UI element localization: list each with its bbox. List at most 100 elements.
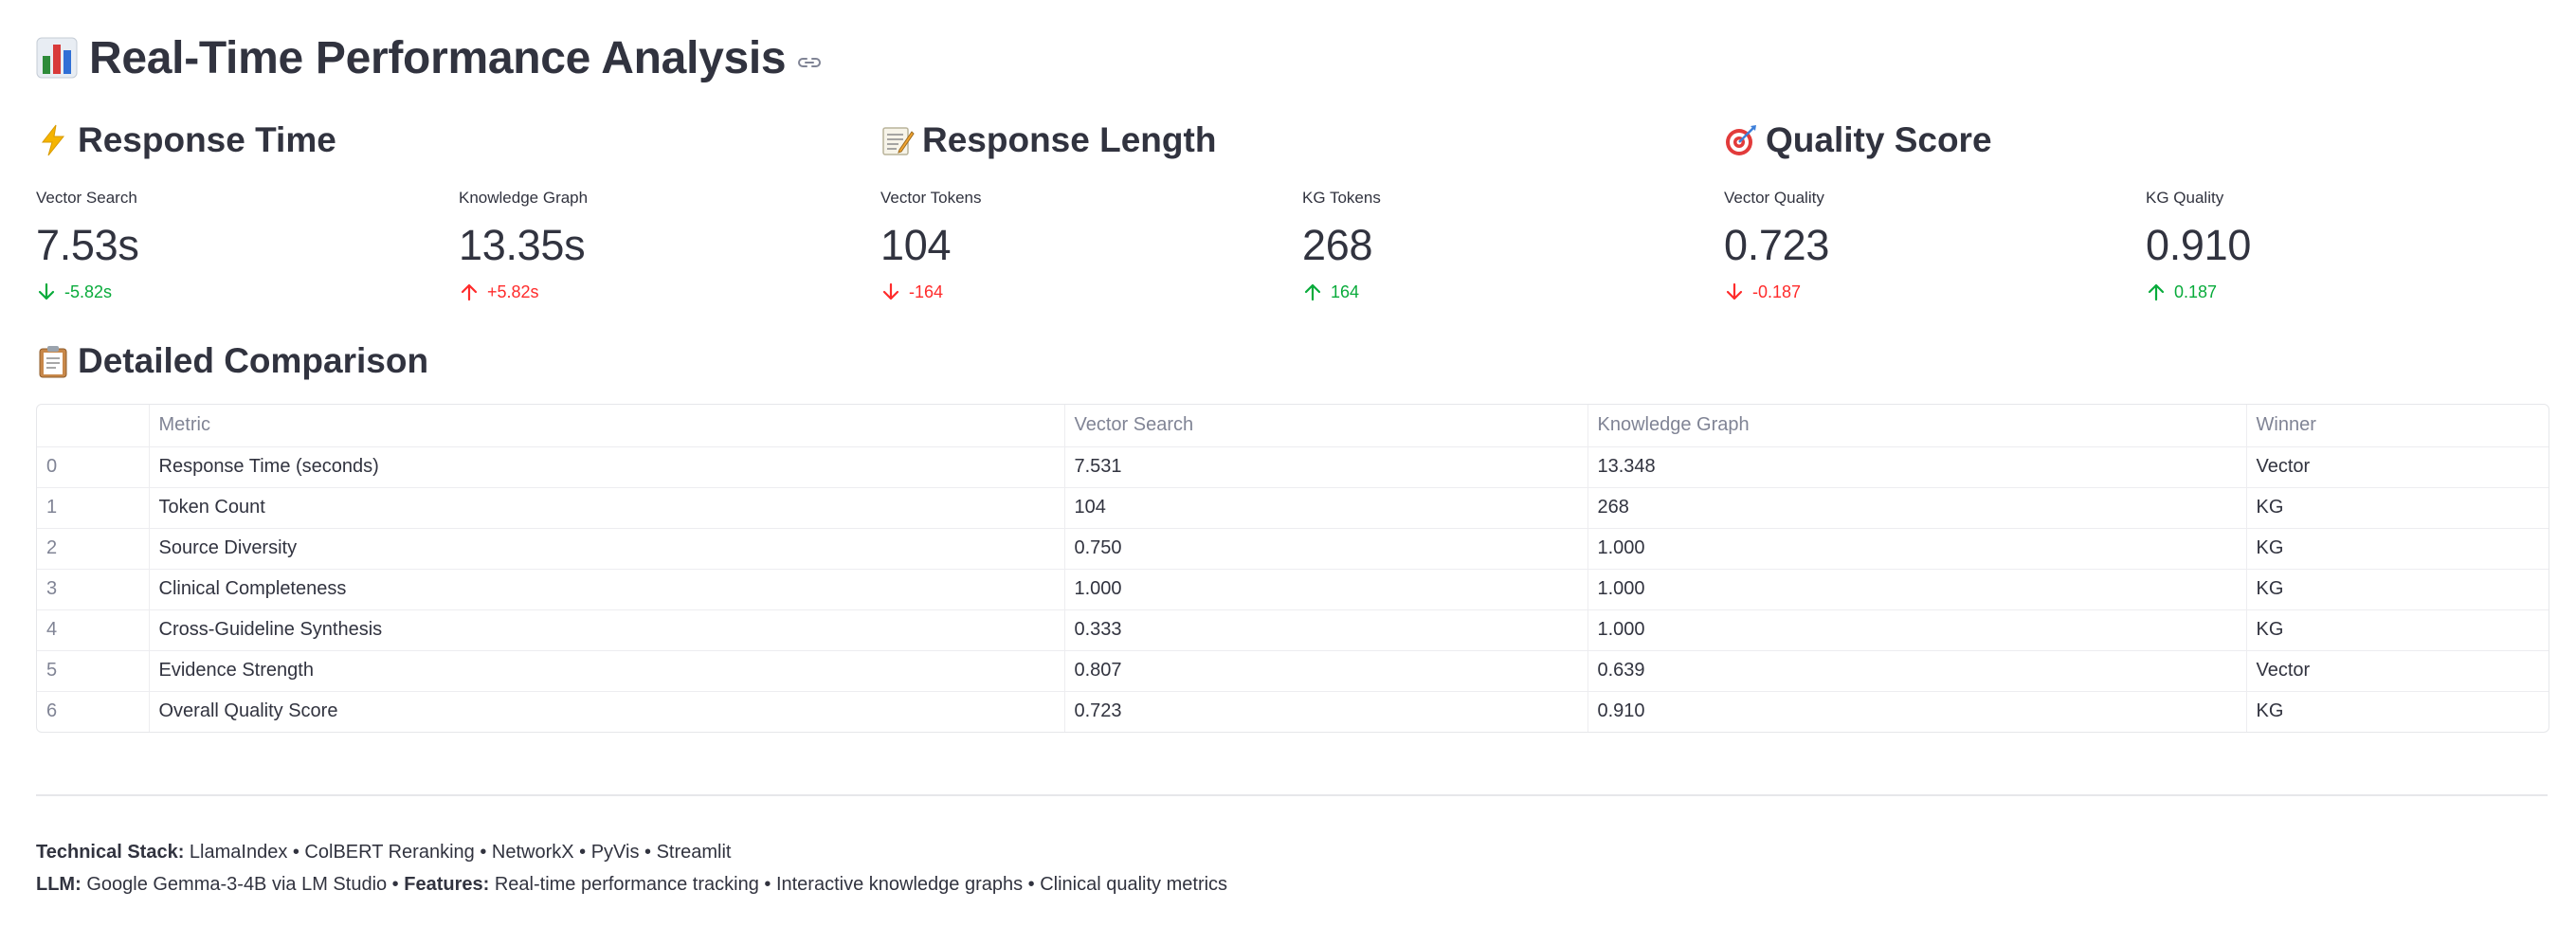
footer-llm-features: LLM: Google Gemma-3-4B via LM Studio • F…	[36, 874, 1227, 896]
cell-vector-search[interactable]: 0.333	[1064, 609, 1588, 651]
column-header-winner[interactable]: Winner	[2246, 405, 2549, 447]
row-index[interactable]: 6	[37, 691, 150, 732]
footer-label: Features:	[404, 874, 490, 895]
row-index[interactable]: 2	[37, 528, 150, 570]
metric-vector-search: Vector Search 7.53s -5.82s	[36, 188, 434, 303]
footer-label: Technical Stack:	[36, 842, 185, 863]
metric-delta: -164	[880, 281, 1279, 303]
section-quality-score: Quality Score	[1724, 117, 1992, 164]
cell-winner[interactable]: KG	[2246, 569, 2549, 610]
arrow-up-icon	[1304, 283, 1321, 301]
cell-metric[interactable]: Evidence Strength	[149, 650, 1065, 692]
row-index[interactable]: 0	[37, 446, 150, 488]
bar-chart-icon	[36, 37, 78, 79]
metric-delta: -0.187	[1724, 281, 2122, 303]
arrow-down-icon	[882, 282, 899, 300]
clipboard-icon	[36, 344, 70, 378]
cell-knowledge-graph[interactable]: 268	[1587, 487, 2247, 529]
cell-vector-search[interactable]: 0.807	[1064, 650, 1588, 692]
table-row: 3 Clinical Completeness 1.000 1.000 KG	[37, 569, 2549, 610]
arrow-up-icon	[461, 283, 478, 301]
row-index[interactable]: 5	[37, 650, 150, 692]
cell-metric[interactable]: Source Diversity	[149, 528, 1065, 570]
metric-delta: 0.187	[2146, 281, 2544, 303]
column-header-knowledge-graph[interactable]: Knowledge Graph	[1587, 405, 2247, 447]
section-title: Response Length	[922, 120, 1217, 159]
cell-knowledge-graph[interactable]: 1.000	[1587, 569, 2247, 610]
metric-delta-text: -0.187	[1752, 282, 1802, 301]
row-index[interactable]: 1	[37, 487, 150, 529]
cell-winner[interactable]: KG	[2246, 609, 2549, 651]
cell-knowledge-graph[interactable]: 0.910	[1587, 691, 2247, 732]
metric-delta: +5.82s	[459, 281, 857, 303]
metric-value: 13.35s	[459, 221, 586, 269]
lightning-icon	[36, 123, 70, 157]
metric-value: 0.910	[2146, 221, 2252, 269]
cell-winner[interactable]: KG	[2246, 487, 2549, 529]
metric-delta: 164	[1302, 281, 1700, 303]
cell-vector-search[interactable]: 104	[1064, 487, 1588, 529]
metric-delta: -5.82s	[36, 281, 434, 303]
row-index[interactable]: 3	[37, 569, 150, 610]
comparison-table[interactable]: Metric Vector Search Knowledge Graph Win…	[36, 404, 2549, 733]
metric-delta-text: 164	[1331, 282, 1360, 301]
cell-metric[interactable]: Response Time (seconds)	[149, 446, 1065, 488]
cell-vector-search[interactable]: 1.000	[1064, 569, 1588, 610]
footer-text: LlamaIndex • ColBERT Reranking • Network…	[184, 842, 732, 863]
metric-label: KG Tokens	[1302, 189, 1381, 207]
table-row: 0 Response Time (seconds) 7.531 13.348 V…	[37, 446, 2549, 488]
column-header-metric[interactable]: Metric	[149, 405, 1065, 447]
cell-knowledge-graph[interactable]: 13.348	[1587, 446, 2247, 488]
memo-icon	[880, 123, 915, 157]
metric-delta-text: -5.82s	[64, 282, 113, 301]
cell-winner[interactable]: Vector	[2246, 446, 2549, 488]
section-title: Quality Score	[1766, 120, 1992, 159]
metric-value: 7.53s	[36, 221, 139, 269]
row-index[interactable]: 4	[37, 609, 150, 651]
footer-tech-stack: Technical Stack: LlamaIndex • ColBERT Re…	[36, 842, 731, 863]
metric-kg-tokens: KG Tokens 268 164	[1302, 188, 1700, 303]
metric-value: 0.723	[1724, 221, 1830, 269]
table-row: 5 Evidence Strength 0.807 0.639 Vector	[37, 650, 2549, 692]
cell-winner[interactable]: KG	[2246, 528, 2549, 570]
metric-label: Vector Quality	[1724, 189, 1824, 207]
page-title: Real-Time Performance Analysis	[89, 32, 787, 83]
arrow-down-icon	[38, 282, 55, 300]
cell-winner[interactable]: KG	[2246, 691, 2549, 732]
section-response-time: Response Time	[36, 117, 336, 164]
cell-metric[interactable]: Cross-Guideline Synthesis	[149, 609, 1065, 651]
cell-knowledge-graph[interactable]: 1.000	[1587, 528, 2247, 570]
column-header-index[interactable]	[37, 405, 150, 447]
cell-knowledge-graph[interactable]: 0.639	[1587, 650, 2247, 692]
section-title: Detailed Comparison	[78, 341, 429, 380]
page-header: Real-Time Performance Analysis	[36, 25, 822, 91]
metric-label: Vector Search	[36, 189, 137, 207]
metric-vector-tokens: Vector Tokens 104 -164	[880, 188, 1279, 303]
cell-vector-search[interactable]: 7.531	[1064, 446, 1588, 488]
link-icon[interactable]	[797, 53, 822, 72]
target-icon	[1724, 123, 1758, 157]
metric-label: Knowledge Graph	[459, 189, 589, 207]
cell-knowledge-graph[interactable]: 1.000	[1587, 609, 2247, 651]
cell-metric[interactable]: Overall Quality Score	[149, 691, 1065, 732]
metric-delta-text: -164	[909, 282, 944, 301]
metric-value: 268	[1302, 221, 1373, 269]
cell-vector-search[interactable]: 0.750	[1064, 528, 1588, 570]
cell-winner[interactable]: Vector	[2246, 650, 2549, 692]
cell-metric[interactable]: Token Count	[149, 487, 1065, 529]
table-header-row: Metric Vector Search Knowledge Graph Win…	[37, 405, 2549, 447]
metric-knowledge-graph: Knowledge Graph 13.35s +5.82s	[459, 188, 857, 303]
column-header-vector-search[interactable]: Vector Search	[1064, 405, 1588, 447]
divider	[36, 794, 2548, 796]
metric-label: Vector Tokens	[880, 189, 982, 207]
metric-label: KG Quality	[2146, 189, 2224, 207]
cell-vector-search[interactable]: 0.723	[1064, 691, 1588, 732]
arrow-down-icon	[1726, 282, 1743, 300]
section-detailed-comparison: Detailed Comparison	[36, 337, 428, 385]
section-title: Response Time	[78, 120, 336, 159]
table-row: 4 Cross-Guideline Synthesis 0.333 1.000 …	[37, 609, 2549, 651]
cell-metric[interactable]: Clinical Completeness	[149, 569, 1065, 610]
section-response-length: Response Length	[880, 117, 1216, 164]
metric-value: 104	[880, 221, 952, 269]
metric-delta-text: +5.82s	[487, 282, 539, 301]
